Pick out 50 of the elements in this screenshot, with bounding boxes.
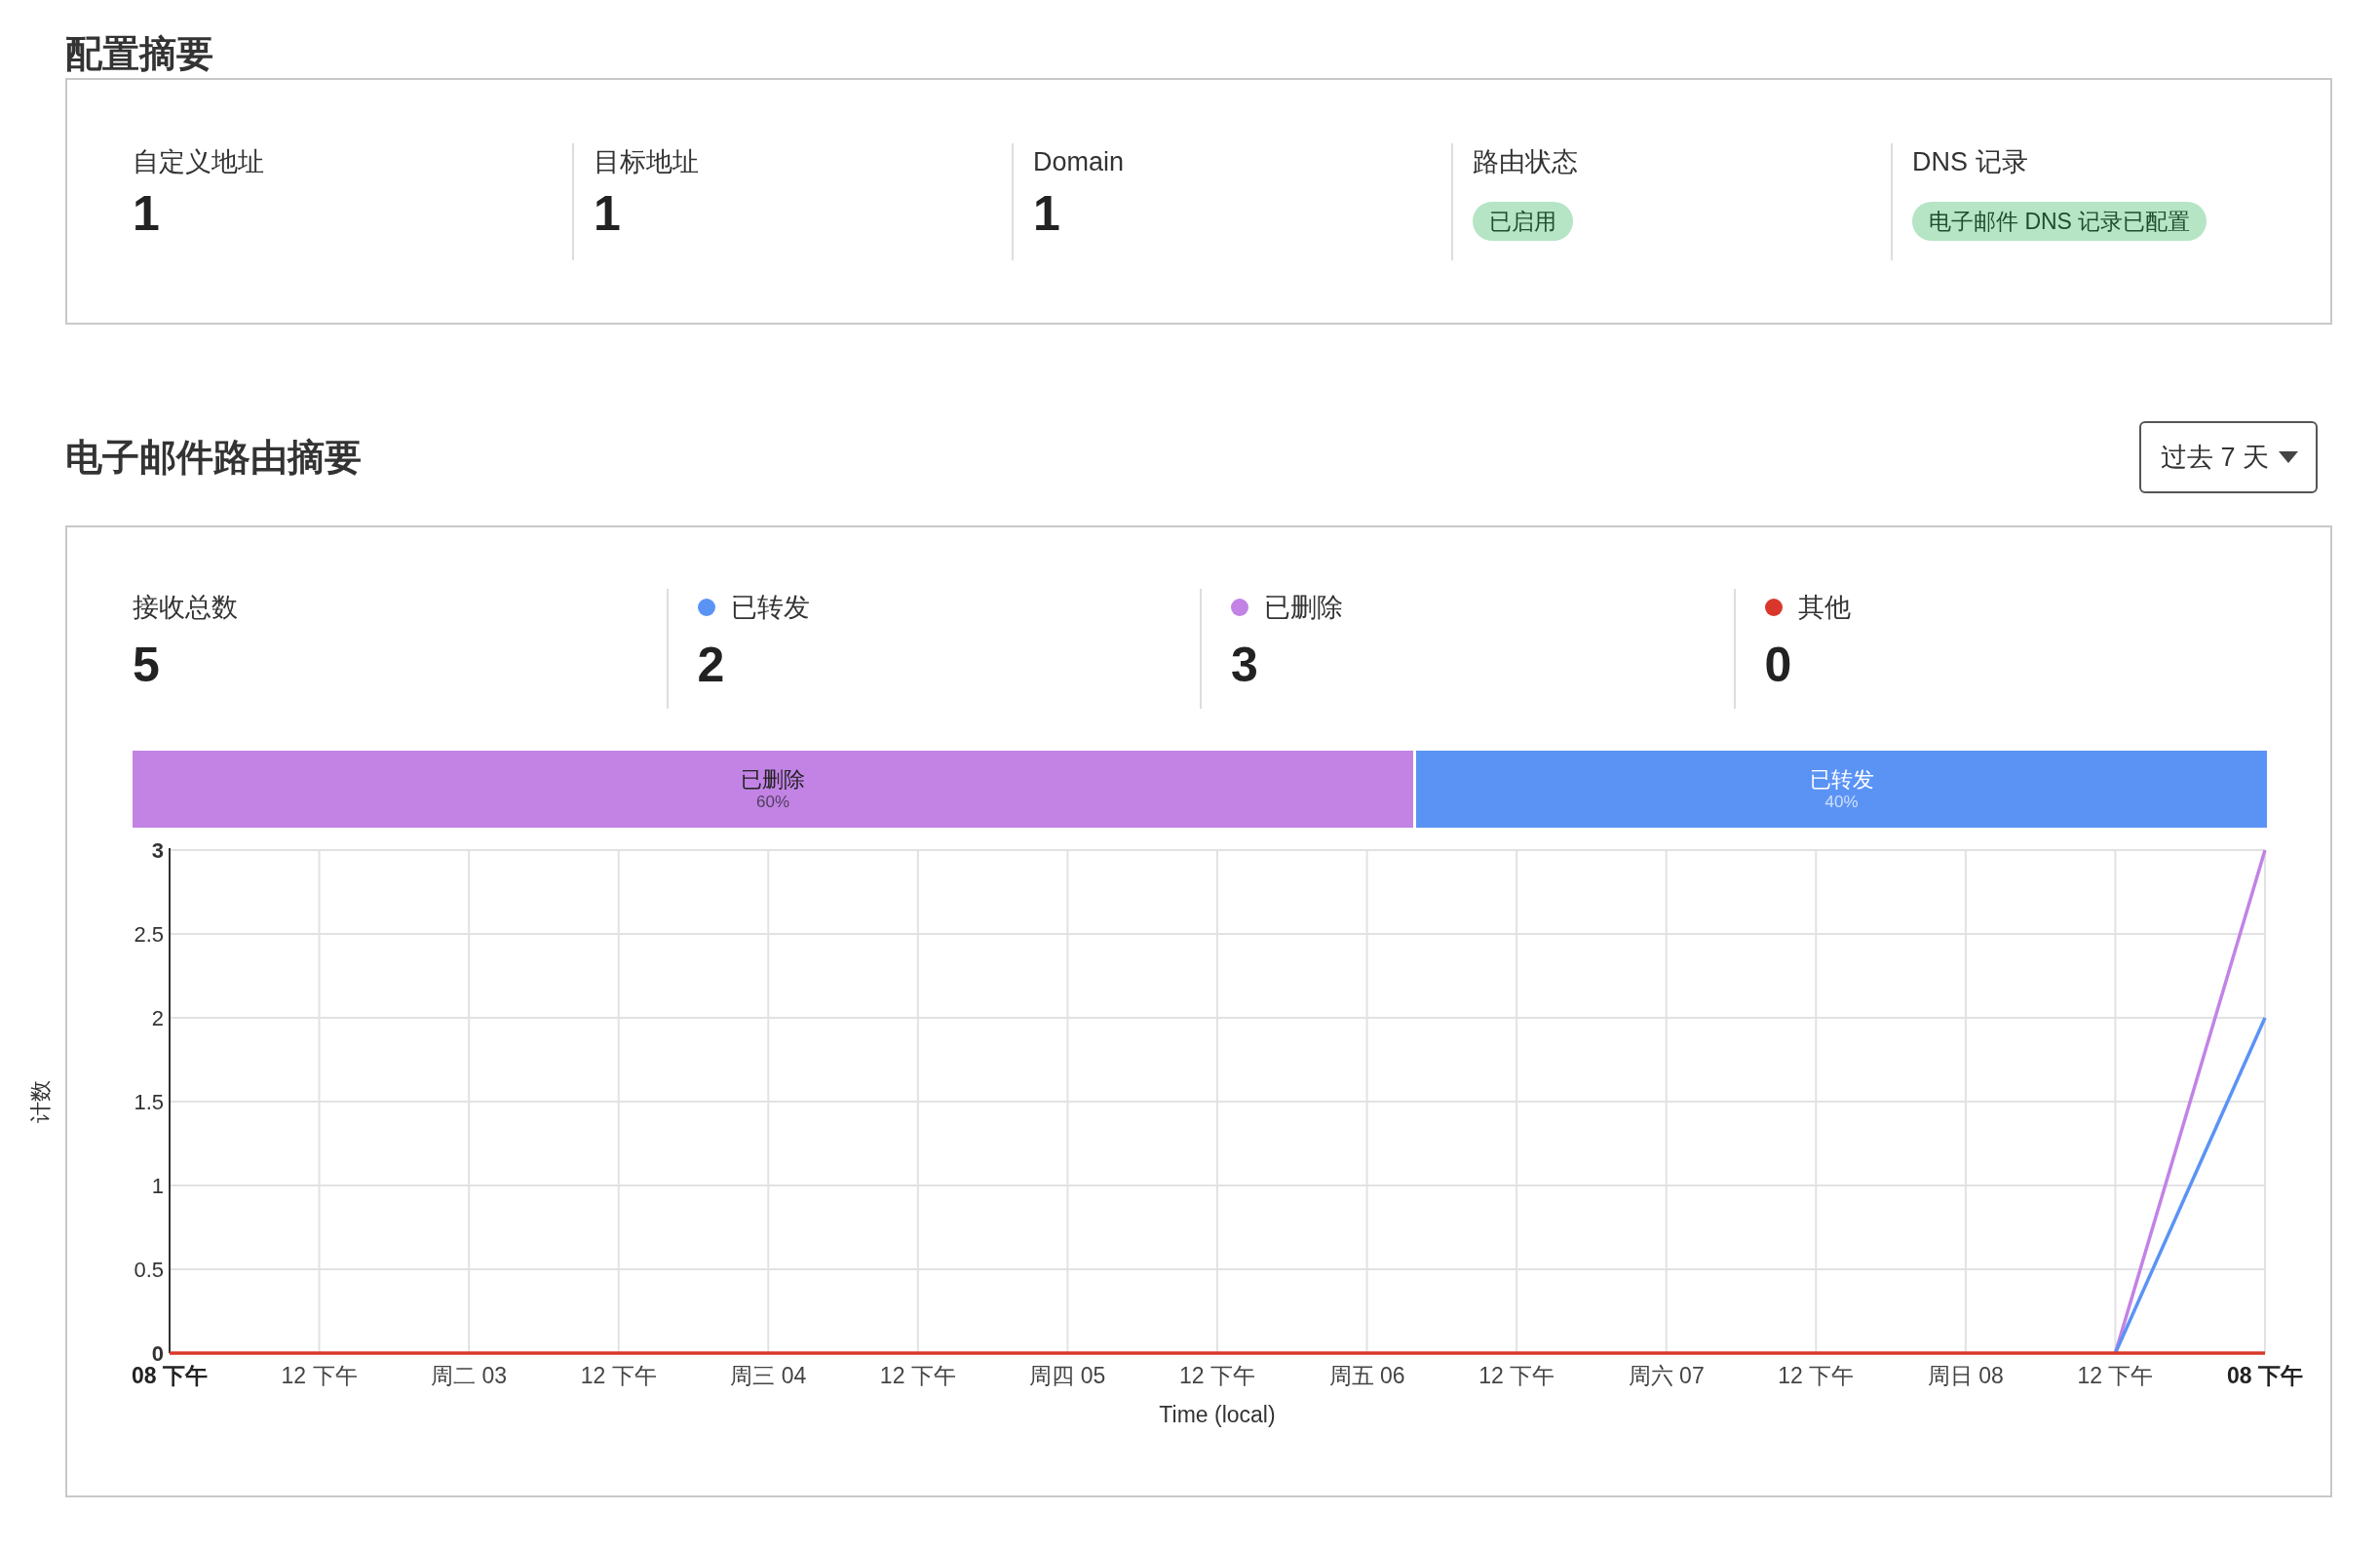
x-tick-label: 08 下午 (132, 1363, 208, 1388)
segment-percent: 40% (1824, 792, 1859, 812)
section-title: 配置摘要 (65, 32, 214, 76)
x-tick-label: 周四 05 (1029, 1363, 1106, 1388)
stat-value: 5 (133, 638, 160, 692)
x-tick-label: 周三 04 (730, 1363, 807, 1388)
y-tick-label: 2 (151, 1006, 164, 1030)
stat-label: 自定义地址 (133, 146, 264, 176)
stat-value: 2 (697, 638, 725, 692)
x-tick-label: 周五 06 (1328, 1363, 1405, 1388)
x-tick-label: 08 下午 (2227, 1363, 2303, 1388)
segment-label: 已删除 (741, 766, 805, 793)
segment-label: 已转发 (1809, 766, 1874, 793)
status-badge: 已启用 (1473, 201, 1573, 241)
status-badge: 电子邮件 DNS 记录已配置 (1912, 201, 2207, 241)
y-tick-label: 1.5 (134, 1090, 164, 1114)
y-tick-label: 0 (151, 1341, 164, 1366)
x-tick-label: 12 下午 (281, 1363, 358, 1388)
stat-label: 路由状态 (1473, 146, 1578, 176)
x-tick-label: 周六 07 (1628, 1363, 1705, 1388)
stat-value: 1 (133, 185, 160, 241)
stat-value: 1 (1033, 185, 1060, 241)
stat-value: 1 (594, 185, 621, 241)
x-tick-label: 12 下午 (1478, 1363, 1555, 1388)
y-tick-label: 2.5 (134, 922, 164, 947)
x-tick-label: 12 下午 (2077, 1363, 2154, 1388)
y-tick-label: 3 (151, 838, 164, 863)
stat-label: 已转发 (730, 593, 810, 622)
stat-label: 其他 (1797, 593, 1851, 622)
x-tick-label: 周日 08 (1927, 1363, 2004, 1388)
stat-label: 目标地址 (594, 146, 699, 176)
x-axis-title: Time (local) (1159, 1402, 1276, 1427)
stat-value: 3 (1231, 638, 1258, 692)
stat-label: 接收总数 (133, 593, 238, 622)
stat-label: 已删除 (1264, 593, 1343, 622)
x-tick-label: 周二 03 (431, 1363, 508, 1388)
time-range-dropdown[interactable]: 过去 7 天 (2138, 421, 2318, 493)
segment-percent: 60% (756, 792, 789, 812)
y-axis-title: 计数 (28, 1080, 53, 1123)
caret-icon (2279, 451, 2298, 463)
stat-label: Domain (1033, 146, 1125, 176)
x-tick-label: 12 下午 (580, 1363, 657, 1388)
stat-value: 0 (1764, 638, 1792, 692)
y-tick-label: 0.5 (134, 1258, 164, 1282)
x-tick-label: 12 下午 (1778, 1363, 1855, 1388)
stat-label: DNS 记录 (1912, 146, 2028, 176)
y-tick-label: 1 (151, 1174, 164, 1198)
x-tick-label: 12 下午 (879, 1363, 956, 1388)
x-tick-label: 12 下午 (1179, 1363, 1255, 1388)
section-title: 电子邮件路由摘要 (65, 435, 362, 480)
